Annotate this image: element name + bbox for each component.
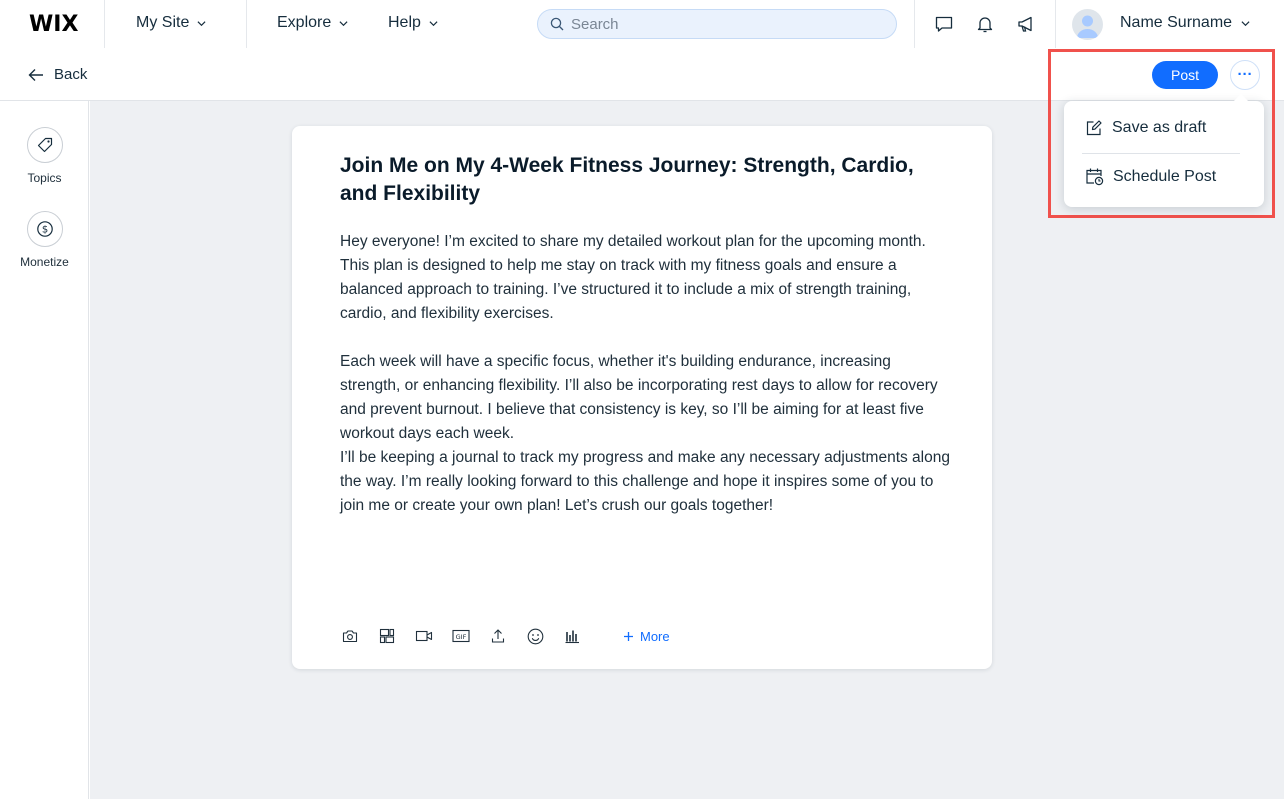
upload-file-button[interactable] [488, 626, 508, 646]
add-gallery-button[interactable] [377, 626, 397, 646]
plus-icon [624, 631, 633, 641]
back-label: Back [54, 66, 88, 83]
add-poll-button[interactable] [562, 626, 582, 646]
post-body[interactable]: Hey everyone! I’m excited to share my de… [340, 230, 952, 518]
more-tools-label: More [640, 628, 670, 644]
schedule-post-label: Schedule Post [1113, 167, 1217, 185]
sidebar-item-topics[interactable]: Topics [0, 127, 89, 185]
post-paragraph: Each week will have a specific focus, wh… [340, 353, 938, 442]
chevron-down-icon [339, 20, 348, 26]
bell-icon[interactable] [975, 14, 995, 34]
post-paragraph: Hey everyone! I’m excited to share my de… [340, 233, 926, 322]
my-site-menu[interactable]: My Site [136, 14, 206, 32]
search-input[interactable] [571, 15, 871, 33]
divider [104, 0, 105, 48]
emoji-icon [527, 628, 543, 644]
wix-logo[interactable]: WIX [29, 12, 78, 37]
left-sidebar: Topics $ Monetize [0, 101, 89, 799]
svg-text:GIF: GIF [456, 633, 467, 641]
monetize-icon-circle: $ [26, 211, 63, 247]
dollar-icon: $ [36, 221, 53, 237]
sidebar-item-label: Topics [27, 171, 62, 185]
upload-icon [491, 629, 505, 643]
chevron-down-icon [429, 20, 438, 26]
help-menu[interactable]: Help [388, 14, 438, 32]
more-tools-button[interactable]: More [623, 629, 670, 644]
top-bar: WIX My Site Explore Help Name Surname [0, 0, 1284, 48]
camera-icon [342, 630, 358, 643]
add-emoji-button[interactable] [525, 626, 545, 646]
post-editor-card[interactable]: Join Me on My 4-Week Fitness Journey: St… [292, 126, 992, 669]
divider [914, 0, 915, 48]
svg-text:$: $ [41, 225, 47, 236]
explore-label: Explore [277, 14, 332, 31]
gallery-icon [379, 628, 395, 644]
search-icon [550, 17, 564, 31]
topics-icon-circle [26, 127, 63, 163]
sidebar-item-monetize[interactable]: $ Monetize [0, 211, 89, 269]
editor-toolbar: GIF More [340, 626, 670, 646]
divider [246, 0, 247, 48]
add-image-button[interactable] [340, 626, 360, 646]
chart-icon [565, 630, 579, 644]
post-title[interactable]: Join Me on My 4-Week Fitness Journey: St… [340, 152, 940, 208]
megaphone-icon[interactable] [1016, 14, 1036, 34]
video-icon [415, 630, 433, 642]
more-options-dropdown: Save as draft Schedule Post [1064, 93, 1264, 207]
sidebar-item-label: Monetize [20, 255, 69, 269]
save-as-draft-label: Save as draft [1112, 119, 1207, 136]
calendar-clock-icon [1086, 168, 1104, 186]
save-as-draft-option[interactable]: Save as draft [1085, 119, 1206, 137]
add-gif-button[interactable]: GIF [451, 626, 471, 646]
user-menu[interactable]: Name Surname [1120, 14, 1250, 32]
chevron-down-icon [1241, 20, 1250, 26]
my-site-label: My Site [136, 14, 190, 31]
tag-icon [37, 137, 52, 153]
chat-icon[interactable] [934, 14, 954, 34]
search-box[interactable] [537, 9, 897, 39]
user-name: Name Surname [1120, 14, 1233, 31]
dropdown-divider [1082, 153, 1240, 154]
arrow-left-icon [28, 68, 43, 81]
post-paragraph: I’ll be keeping a journal to track my pr… [340, 449, 950, 514]
schedule-post-option[interactable]: Schedule Post [1085, 167, 1216, 186]
back-button[interactable]: Back [28, 66, 87, 83]
explore-menu[interactable]: Explore [277, 14, 348, 32]
help-label: Help [388, 14, 421, 31]
edit-icon [1086, 120, 1102, 136]
add-video-button[interactable] [414, 626, 434, 646]
user-icon [1077, 15, 1098, 38]
gif-icon: GIF [452, 629, 470, 643]
chevron-down-icon [197, 20, 206, 26]
avatar[interactable] [1072, 9, 1103, 40]
divider [1055, 0, 1056, 48]
